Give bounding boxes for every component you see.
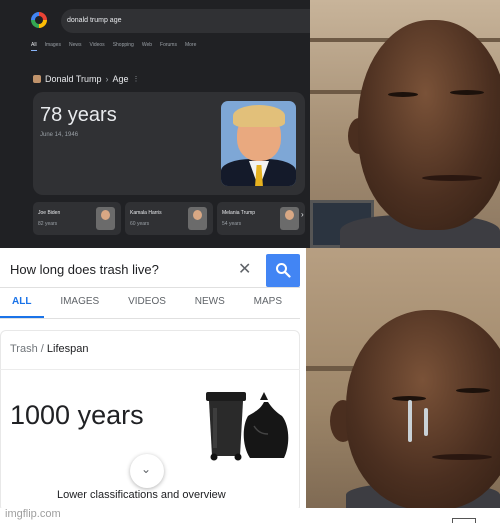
person-card[interactable]: Melania Trump 54 years <box>217 202 305 235</box>
card-divider <box>0 369 300 370</box>
search-input[interactable]: donald trump age <box>61 9 310 33</box>
person-name: Melania Trump <box>222 210 256 216</box>
crying-man-photo-top <box>310 0 500 248</box>
chevron-right-icon[interactable]: › <box>301 210 304 219</box>
entity-favicon-icon <box>33 75 41 83</box>
age-value: 78 years <box>40 104 117 126</box>
search-tabs: All Images News Videos Shopping Web Foru… <box>31 42 196 51</box>
tab-web[interactable]: Web <box>142 42 152 51</box>
person-age: 54 years <box>222 221 242 227</box>
search-button[interactable] <box>266 254 300 287</box>
people-also-search: Joe Biden 82 years Kamala Harris 60 year… <box>33 202 305 235</box>
tabs-divider <box>0 318 300 319</box>
tab-shopping[interactable]: Shopping <box>113 42 134 51</box>
birth-date: June 14, 1946 <box>40 132 79 138</box>
breadcrumb: Trash / Lifespan <box>10 343 89 355</box>
person-age: 82 years <box>38 221 58 227</box>
crying-man-photo-bottom <box>306 248 500 508</box>
person-card[interactable]: Joe Biden 82 years <box>33 202 121 235</box>
tab-all[interactable]: ALL <box>12 296 31 307</box>
tab-news[interactable]: NEWS <box>195 296 225 307</box>
light-search-panel: How long does trash live? ✕ ALL IMAGES V… <box>0 248 306 508</box>
corner-box <box>452 518 476 523</box>
tab-maps[interactable]: MAPS <box>254 296 282 307</box>
breadcrumb-entity[interactable]: Donald Trump <box>45 74 102 84</box>
breadcrumb: Donald Trump › Age ⋮ <box>33 74 140 84</box>
breadcrumb-entity[interactable]: Trash <box>10 343 38 355</box>
search-icon <box>276 263 291 278</box>
tab-news[interactable]: News <box>69 42 82 51</box>
tab-images[interactable]: Images <box>45 42 61 51</box>
search-tabs: ALL IMAGES VIDEOS NEWS MAPS <box>12 296 300 307</box>
trash-bin-image[interactable] <box>202 386 292 461</box>
tab-forums[interactable]: Forums <box>160 42 177 51</box>
tab-images[interactable]: IMAGES <box>60 296 99 307</box>
person-name: Kamala Harris <box>130 210 162 216</box>
tab-videos[interactable]: VIDEOS <box>128 296 166 307</box>
person-name: Joe Biden <box>38 210 61 216</box>
person-photo <box>96 207 115 230</box>
google-logo-icon[interactable] <box>31 12 47 28</box>
close-icon[interactable]: ✕ <box>238 259 251 279</box>
chevron-down-icon: ⌄ <box>141 462 152 476</box>
breadcrumb-separator: › <box>105 74 109 84</box>
expand-button[interactable]: ⌄ <box>130 454 164 488</box>
tab-all[interactable]: All <box>31 42 37 51</box>
lifespan-value: 1000 years <box>10 400 144 430</box>
watermark: imgflip.com <box>5 508 61 520</box>
search-input[interactable]: How long does trash live? <box>10 262 159 277</box>
person-photo <box>280 207 299 230</box>
expand-footer-text[interactable]: Lower classifications and overview <box>57 489 226 501</box>
person-photo <box>188 207 207 230</box>
breadcrumb-attribute: Age <box>112 74 129 84</box>
search-bar: How long does trash live? ✕ <box>0 250 300 288</box>
person-age: 60 years <box>130 221 150 227</box>
tab-videos[interactable]: Videos <box>89 42 104 51</box>
trump-portrait[interactable] <box>221 101 296 186</box>
dark-search-panel: donald trump age All Images News Videos … <box>0 0 310 248</box>
tab-more[interactable]: More <box>185 42 196 51</box>
person-card[interactable]: Kamala Harris 60 years <box>125 202 213 235</box>
breadcrumb-attribute: Lifespan <box>46 343 89 355</box>
more-options-icon[interactable]: ⋮ <box>133 75 140 83</box>
